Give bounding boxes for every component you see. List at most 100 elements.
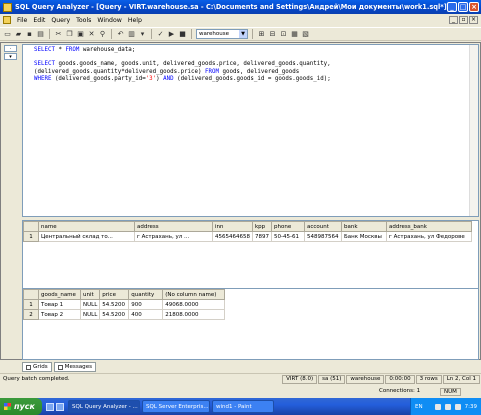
table-cell[interactable]: 54.5200: [99, 309, 130, 320]
tray-network-icon[interactable]: [444, 403, 451, 410]
table-cell[interactable]: г Астрахань, ул Федорове: [386, 231, 472, 242]
table-cell[interactable]: 4565464658: [212, 231, 253, 242]
cut-icon[interactable]: ✂: [54, 30, 63, 39]
browser-icon[interactable]: [56, 402, 64, 411]
stop-icon[interactable]: ■: [178, 30, 187, 39]
minimize-button[interactable]: _: [447, 2, 457, 12]
grid2-col-unit[interactable]: unit: [79, 289, 101, 300]
grid1-col-address[interactable]: address: [134, 221, 213, 232]
table-cell[interactable]: 548987564: [304, 231, 342, 242]
query-editor[interactable]: SELECT * FROM warehouse_data; SELECT goo…: [22, 44, 479, 217]
status-bar: Query batch completed. VIRT (8.0) sa (51…: [0, 373, 481, 384]
menu-window[interactable]: Window: [94, 17, 124, 24]
chevron-down-icon[interactable]: ▼: [239, 30, 247, 38]
table-cell[interactable]: NULL: [79, 299, 101, 310]
table-cell[interactable]: г Астрахань, ул ...: [134, 231, 213, 242]
display-plan-icon[interactable]: ⊞: [257, 30, 266, 39]
status-position: Ln 2, Col 1: [442, 374, 480, 384]
results-mode-icon[interactable]: ▥: [127, 30, 136, 39]
status-rows: 3 rows: [415, 374, 442, 384]
grid2-col-no-column-name[interactable]: (No column name): [162, 289, 226, 300]
database-select-value: warehouse: [199, 31, 229, 37]
object-browser-icon[interactable]: ⊟: [268, 30, 277, 39]
database-select[interactable]: warehouse ▼: [196, 29, 248, 39]
object-browser-toggle[interactable]: ·: [4, 45, 17, 52]
doc-restore-button[interactable]: ▫: [459, 16, 468, 24]
table-row[interactable]: 1 Товар 1 NULL 54.5200 900 49068.0000: [23, 299, 226, 310]
undo-icon[interactable]: ↶: [116, 30, 125, 39]
results-grid-2[interactable]: goods_name unit price quantity (No colum…: [22, 288, 479, 360]
task-enterprise-manager[interactable]: SQL Server Enterpris...: [142, 400, 210, 413]
table-cell[interactable]: 7897: [252, 231, 272, 242]
execute-icon[interactable]: ▶: [167, 30, 176, 39]
dropdown-arrow-icon[interactable]: ▾: [138, 30, 147, 39]
grid2-col-goods-name[interactable]: goods_name: [38, 289, 81, 300]
tab-grids[interactable]: Grids: [22, 362, 52, 372]
start-button[interactable]: пуск: [0, 398, 42, 415]
menu-help[interactable]: Help: [125, 17, 145, 24]
row-number: 1: [23, 231, 39, 242]
clear-icon[interactable]: ✕: [87, 30, 96, 39]
find-icon[interactable]: ⚲: [98, 30, 107, 39]
windows-flag-icon: [4, 403, 11, 410]
object-search-icon[interactable]: ⊡: [279, 30, 288, 39]
table-cell[interactable]: NULL: [79, 309, 101, 320]
grid1-col-kpp[interactable]: kpp: [252, 221, 272, 232]
save-icon[interactable]: ▪: [25, 30, 34, 39]
grid2-col-quantity[interactable]: quantity: [128, 289, 164, 300]
table-cell[interactable]: 21808.0000: [162, 309, 226, 320]
sql-line-4: (delivered_goods.quantity*delivered_good…: [34, 68, 300, 75]
parse-icon[interactable]: ✓: [156, 30, 165, 39]
object-browser-dropdown[interactable]: ▾: [4, 53, 17, 60]
grid2-col-price[interactable]: price: [99, 289, 130, 300]
task-paint[interactable]: wind1 - Paint: [212, 400, 274, 413]
grid1-col-name[interactable]: name: [38, 221, 135, 232]
tab-messages[interactable]: Messages: [53, 362, 97, 372]
table-cell[interactable]: Банк Москвы: [341, 231, 387, 242]
insert-template-icon[interactable]: ▤: [36, 30, 45, 39]
table-cell[interactable]: 49068.0000: [162, 299, 226, 310]
tray-server-icon[interactable]: [434, 403, 441, 410]
close-button[interactable]: ×: [469, 2, 479, 12]
paste-icon[interactable]: ▣: [76, 30, 85, 39]
table-cell[interactable]: 900: [128, 299, 164, 310]
task-query-analyzer[interactable]: SQL Query Analyzer - ...: [68, 400, 140, 413]
maximize-button[interactable]: □: [458, 2, 468, 12]
new-query-icon[interactable]: ▭: [3, 30, 12, 39]
grid1-col-account[interactable]: account: [304, 221, 342, 232]
results-grid-1[interactable]: name address inn kpp phone account bank …: [22, 220, 479, 293]
grid1-col-phone[interactable]: phone: [271, 221, 305, 232]
table-cell[interactable]: Товар 2: [38, 309, 81, 320]
properties-icon[interactable]: ▦: [290, 30, 299, 39]
menu-query[interactable]: Query: [48, 17, 73, 24]
document-icon[interactable]: [3, 16, 11, 24]
show-results-icon[interactable]: ▧: [301, 30, 310, 39]
table-row[interactable]: 1 Центральный склад то... г Астрахань, у…: [23, 231, 472, 242]
grid1-col-bank[interactable]: bank: [341, 221, 387, 232]
menu-tools[interactable]: Tools: [73, 17, 94, 24]
menu-file[interactable]: File: [14, 17, 30, 24]
menu-edit[interactable]: Edit: [30, 17, 48, 24]
open-icon[interactable]: ▰: [14, 30, 23, 39]
tray-volume-icon[interactable]: [454, 403, 461, 410]
language-indicator[interactable]: EN: [415, 404, 423, 410]
results-tabs: Grids Messages: [22, 362, 97, 372]
grid1-col-address-bank[interactable]: address_bank: [386, 221, 472, 232]
sql-code[interactable]: SELECT * FROM warehouse_data; SELECT goo…: [34, 47, 331, 83]
editor-scrollbar[interactable]: [469, 45, 478, 216]
table-cell[interactable]: Центральный склад то...: [38, 231, 135, 242]
table-cell[interactable]: 400: [128, 309, 164, 320]
grid1-col-inn[interactable]: inn: [212, 221, 253, 232]
table-cell[interactable]: 54.5200: [99, 299, 130, 310]
table-cell[interactable]: Товар 1: [38, 299, 81, 310]
sql-line-3: SELECT goods.goods_name, goods.unit, del…: [34, 61, 331, 68]
doc-minimize-button[interactable]: _: [449, 16, 458, 24]
table-row[interactable]: 2 Товар 2 NULL 54.5200 400 21808.0000: [23, 309, 226, 320]
doc-close-button[interactable]: ×: [469, 16, 478, 24]
status-database: warehouse: [346, 374, 385, 384]
show-desktop-icon[interactable]: [46, 402, 54, 411]
table-cell[interactable]: 50-45-61: [271, 231, 305, 242]
toolbar: ▭ ▰ ▪ ▤ ✂ ❐ ▣ ✕ ⚲ ↶ ▥ ▾ ✓ ▶ ■ warehouse …: [0, 27, 481, 41]
copy-icon[interactable]: ❐: [65, 30, 74, 39]
status-elapsed: 0:00:00: [385, 374, 415, 384]
